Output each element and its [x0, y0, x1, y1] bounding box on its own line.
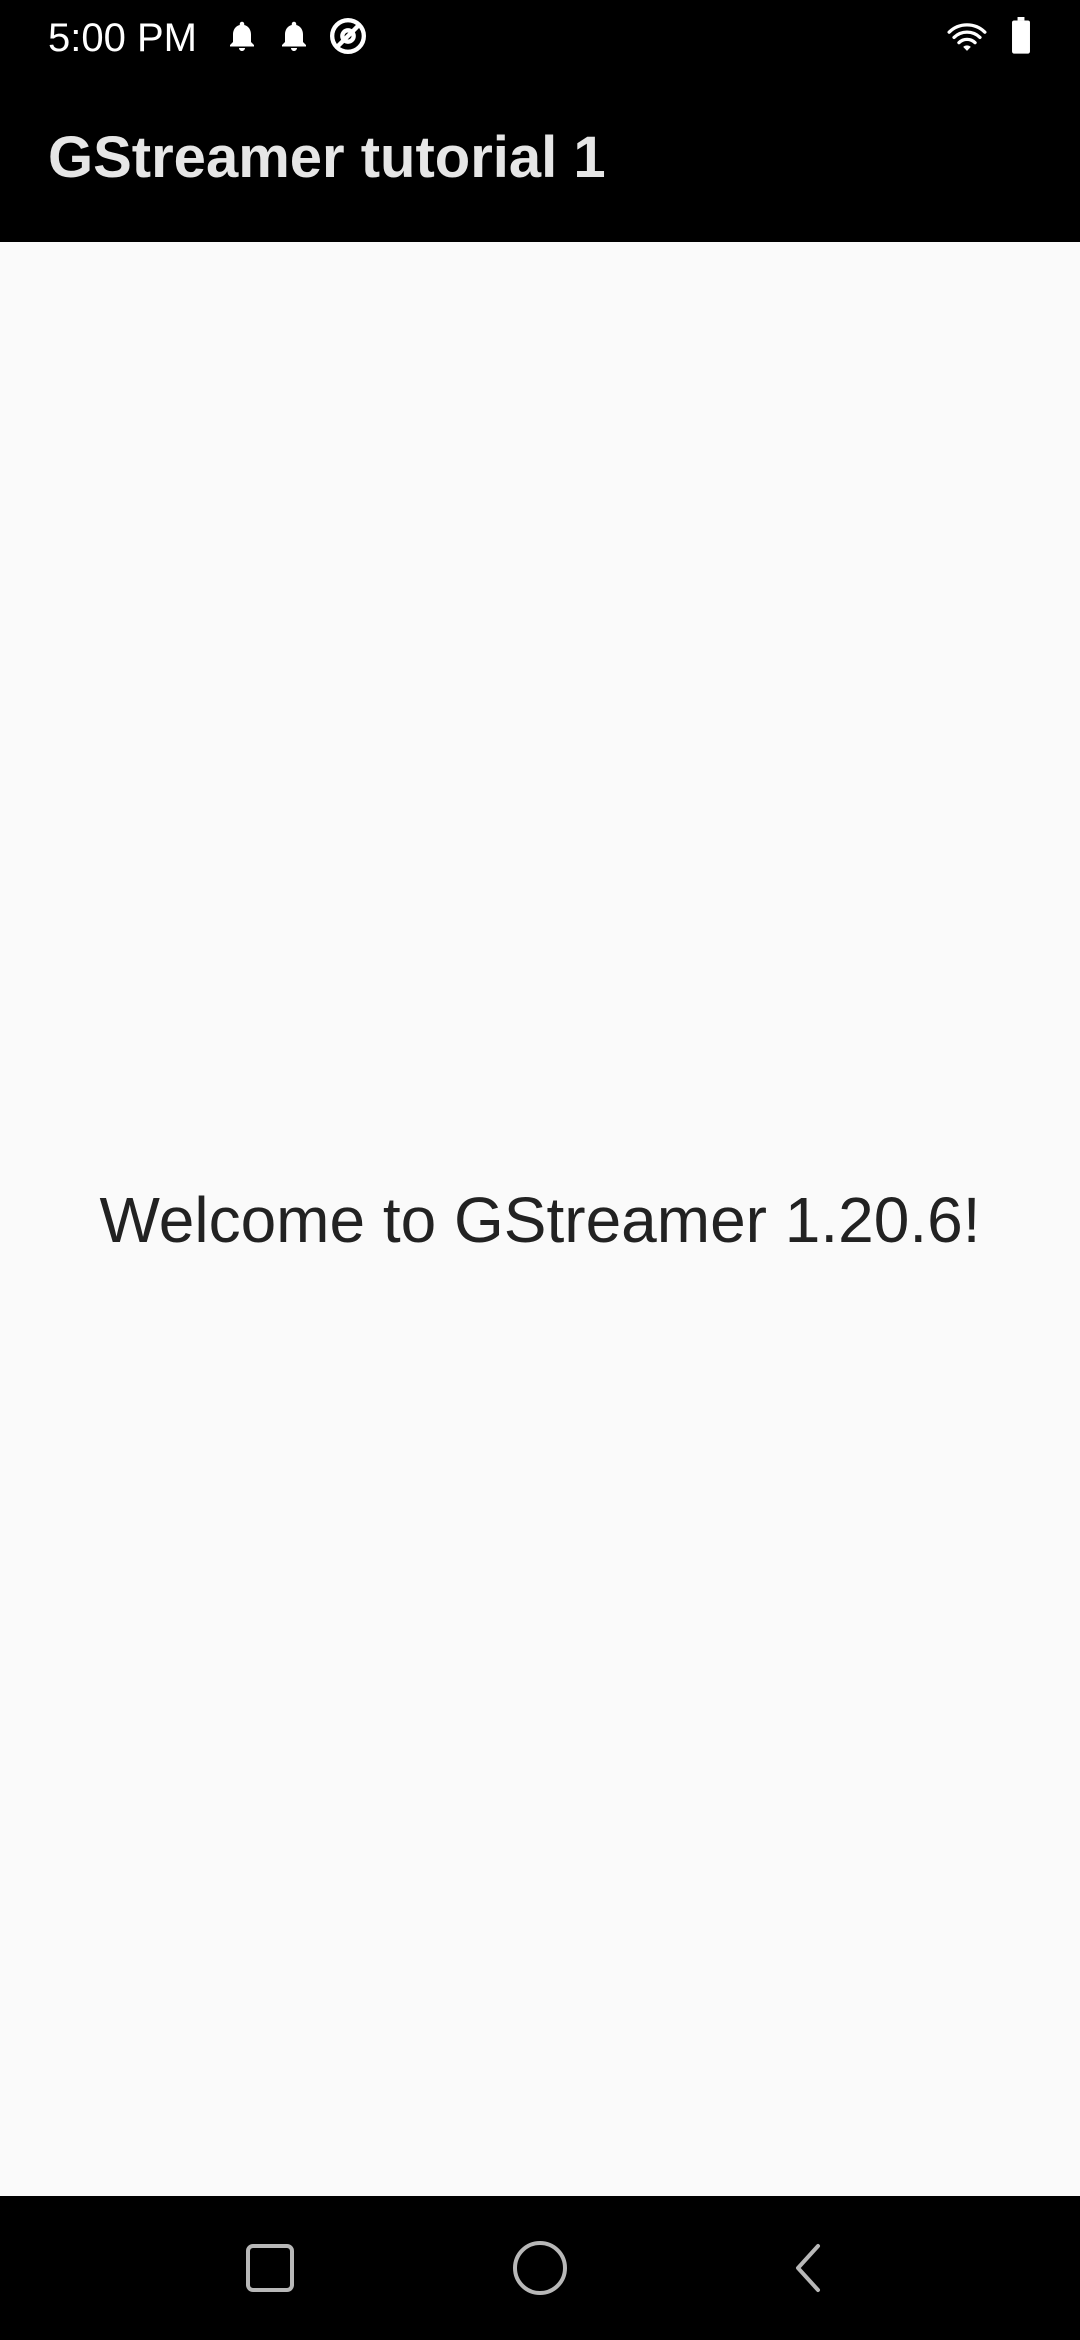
navigation-bar	[0, 2196, 1080, 2340]
back-button[interactable]	[780, 2238, 840, 2298]
home-circle-icon	[513, 2241, 567, 2295]
app-title: GStreamer tutorial 1	[48, 125, 606, 190]
notification-bell-icon	[224, 16, 260, 61]
recents-button[interactable]	[240, 2238, 300, 2298]
battery-icon	[1010, 16, 1032, 60]
main-content: Welcome to GStreamer 1.20.6!	[0, 242, 1080, 2196]
recents-square-icon	[246, 2244, 294, 2292]
status-time: 5:00 PM	[48, 16, 197, 60]
app-bar: GStreamer tutorial 1	[0, 76, 1080, 242]
wifi-icon	[946, 18, 988, 59]
status-system-icons	[946, 16, 1032, 60]
status-notification-icons	[224, 16, 368, 61]
home-button[interactable]	[510, 2238, 570, 2298]
screen: 5:00 PM GStreamer tutorial 1 Welcome to …	[0, 0, 1080, 2340]
back-chevron-icon	[796, 2244, 820, 2292]
at-sign-icon	[328, 16, 368, 61]
welcome-message: Welcome to GStreamer 1.20.6!	[99, 1184, 981, 1256]
notification-bell-icon	[276, 16, 312, 61]
status-bar: 5:00 PM	[0, 0, 1080, 76]
